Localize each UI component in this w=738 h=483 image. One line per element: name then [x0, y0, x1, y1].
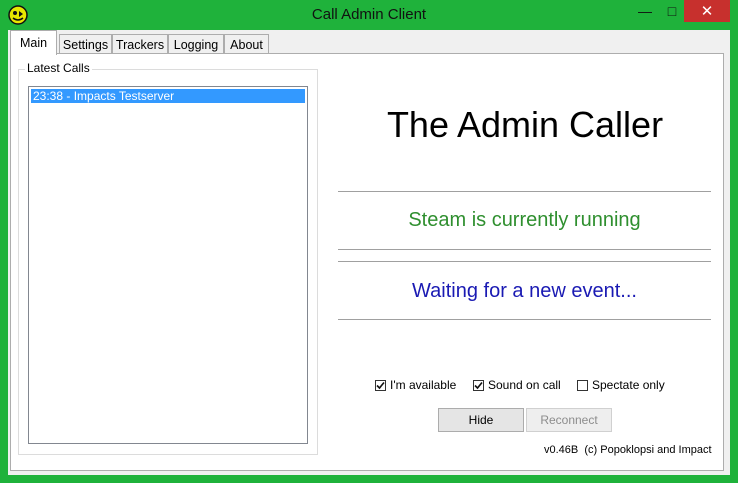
tab-strip: Main Settings Trackers Logging About: [8, 30, 730, 55]
tab-main-label: Main: [19, 36, 48, 50]
spectate-only-label: Spectate only: [592, 378, 665, 392]
reconnect-button[interactable]: Reconnect: [526, 408, 612, 432]
divider: [338, 261, 711, 263]
minimize-icon: —: [638, 3, 652, 19]
spectate-only-checkbox[interactable]: Spectate only: [577, 377, 665, 393]
tab-settings[interactable]: Settings: [59, 34, 112, 54]
tab-trackers[interactable]: Trackers: [112, 34, 168, 54]
window-title: Call Admin Client: [311, 6, 427, 23]
checkbox-checked-icon[interactable]: [473, 379, 484, 391]
divider: [338, 191, 711, 193]
app-window: Call Admin Client — □ ✕ Main Settings Tr…: [0, 0, 738, 483]
sound-on-call-label: Sound on call: [488, 378, 561, 392]
latest-calls-label: Latest Calls: [25, 61, 92, 75]
list-item[interactable]: 23:38 - Impacts Testserver: [31, 89, 305, 103]
close-button[interactable]: ✕: [684, 0, 730, 22]
version-text: v0.46B (c) Popoklopsi and Impact: [544, 444, 712, 456]
tab-about-label: About: [230, 37, 263, 52]
checkbox-unchecked-icon[interactable]: [577, 379, 588, 391]
divider: [338, 249, 711, 251]
tab-main[interactable]: Main: [10, 30, 57, 55]
checkbox-checked-icon[interactable]: [375, 379, 386, 391]
sound-on-call-checkbox[interactable]: Sound on call: [473, 377, 561, 393]
steam-status-text: Steam is currently running: [408, 209, 641, 231]
tab-settings-label: Settings: [62, 37, 109, 52]
minimize-button[interactable]: —: [631, 0, 659, 22]
close-icon: ✕: [700, 3, 714, 20]
app-heading: The Admin Caller: [386, 104, 664, 145]
maximize-icon: □: [667, 3, 677, 19]
available-checkbox[interactable]: I'm available: [375, 377, 456, 393]
tab-logging[interactable]: Logging: [168, 34, 224, 54]
tab-trackers-label: Trackers: [115, 37, 165, 52]
event-status-text: Waiting for a new event...: [412, 280, 637, 302]
tab-about[interactable]: About: [224, 34, 269, 54]
hide-button[interactable]: Hide: [438, 408, 524, 432]
available-label: I'm available: [390, 378, 457, 392]
divider: [338, 319, 711, 321]
latest-calls-group: Latest Calls 23:38 - Impacts Testserver: [18, 61, 318, 455]
main-tab-page: Latest Calls 23:38 - Impacts Testserver …: [10, 53, 724, 471]
latest-calls-list[interactable]: 23:38 - Impacts Testserver: [28, 86, 308, 444]
maximize-button[interactable]: □: [658, 0, 686, 22]
tab-logging-label: Logging: [173, 37, 219, 52]
title-bar[interactable]: Call Admin Client — □ ✕: [0, 0, 738, 30]
client-area: Main Settings Trackers Logging About Lat…: [8, 30, 730, 475]
